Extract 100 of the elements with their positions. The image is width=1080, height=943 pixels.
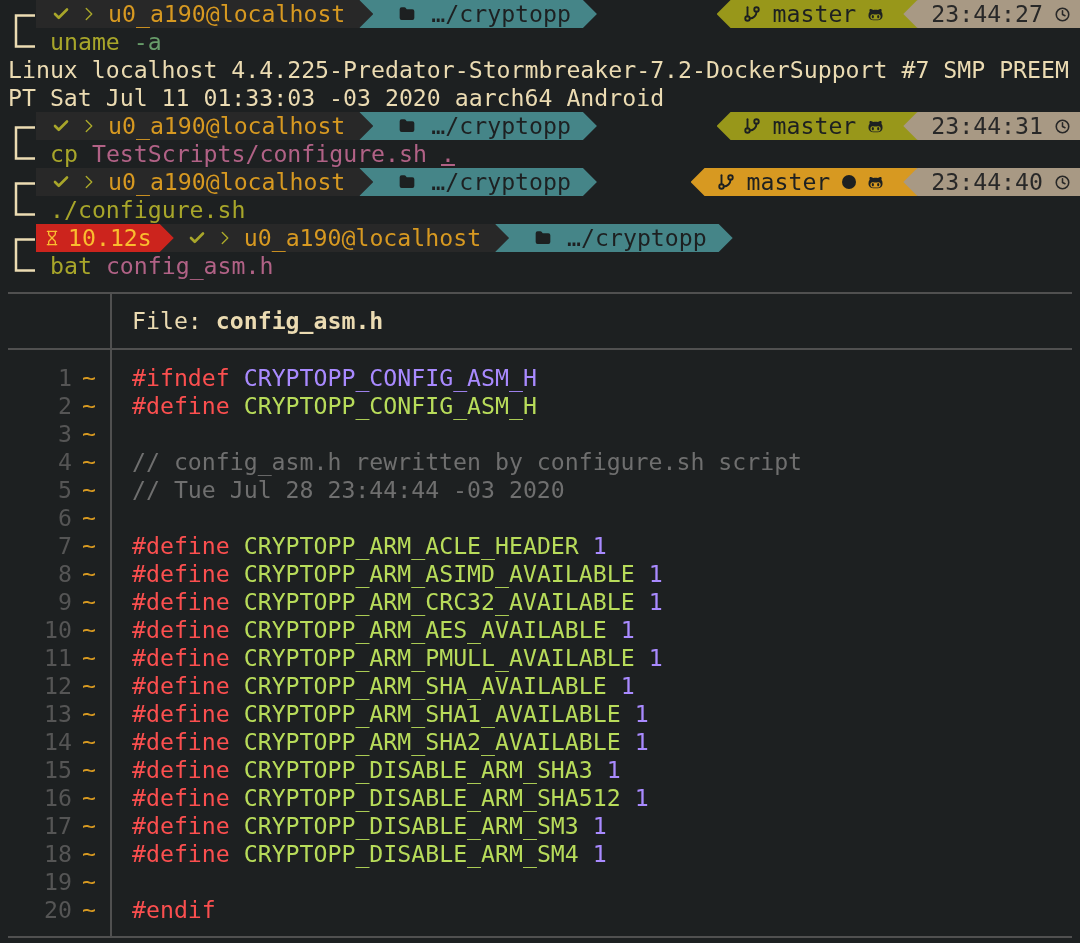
line-number: 4: [58, 448, 73, 476]
line-number: 17: [44, 812, 73, 840]
code-token: #define: [132, 588, 230, 616]
code-token: 1: [592, 840, 607, 868]
change-marker: ~: [82, 364, 96, 392]
code-token: #define: [132, 672, 230, 700]
code-token: #define: [132, 840, 230, 868]
line-number: 9: [58, 588, 73, 616]
code-token: 1: [634, 728, 649, 756]
code-token: #define: [132, 644, 230, 672]
change-marker: ~: [82, 504, 96, 532]
line-number: 2: [58, 392, 73, 420]
file-name: config_asm.h: [215, 307, 384, 335]
code-token: 1: [606, 756, 621, 784]
code-token: CRYPTOPP_CONFIG_ASM_H: [243, 392, 537, 420]
user-host: u0_a190@localhost: [243, 224, 482, 252]
command-token: ./configure.sh: [50, 196, 246, 224]
branch-icon: [716, 172, 735, 192]
output-line: PT Sat Jul 11 01:33:03 -03 2020 aarch64 Android: [8, 84, 666, 112]
change-marker: ~: [82, 896, 96, 924]
code-token: 1: [592, 812, 607, 840]
change-marker: ~: [82, 476, 96, 504]
code-token: // config_asm.h rewritten by configure.sh script: [132, 448, 803, 476]
line-number: 18: [44, 840, 73, 868]
code-token: 1: [592, 532, 607, 560]
line-number: 16: [44, 784, 73, 812]
file-label: File:: [132, 307, 202, 335]
hourglass-icon: [44, 229, 60, 247]
cat-icon: [868, 118, 884, 134]
code-token: CRYPTOPP_ARM_AES_AVAILABLE: [243, 616, 607, 644]
line-number: 19: [44, 868, 73, 896]
prompt-bracket-icon: [14, 14, 36, 48]
prompt-bracket-icon: [14, 126, 36, 160]
line-number: 5: [58, 476, 73, 504]
code-token: // Tue Jul 28 23:44:44 -03 2020: [132, 476, 565, 504]
prompt-bracket-icon: [14, 182, 36, 216]
prompt-bracket-icon: [14, 238, 36, 272]
change-marker: ~: [82, 700, 96, 728]
path-text: …/cryptopp: [567, 224, 707, 252]
branch-icon: [742, 4, 761, 24]
code-token: 1: [648, 644, 663, 672]
change-marker: ~: [82, 560, 96, 588]
change-marker: ~: [82, 728, 96, 756]
command-token: -a: [133, 28, 162, 56]
code-token: CRYPTOPP_ARM_ASIMD_AVAILABLE: [243, 560, 635, 588]
command-token: config_asm.h: [105, 252, 274, 280]
code-token: #define: [132, 756, 230, 784]
folder-icon: [399, 6, 416, 22]
time-text: 23:44:27: [931, 0, 1043, 28]
code-token: 1: [620, 616, 635, 644]
time-text: 23:44:40: [931, 168, 1043, 196]
clock-icon: [1055, 118, 1070, 134]
code-token: CRYPTOPP_ARM_PMULL_AVAILABLE: [243, 644, 635, 672]
clock-icon: [1055, 6, 1070, 22]
line-number: 8: [58, 560, 73, 588]
change-marker: ~: [82, 392, 96, 420]
cat-icon: [868, 174, 884, 190]
code-token: #define: [132, 812, 230, 840]
code-token: 1: [634, 700, 649, 728]
code-token: CRYPTOPP_DISABLE_ARM_SM3: [243, 812, 579, 840]
code-token: CRYPTOPP_ARM_ACLE_HEADER: [243, 532, 579, 560]
code-token: CRYPTOPP_DISABLE_ARM_SM4: [243, 840, 579, 868]
change-marker: ~: [82, 812, 96, 840]
code-token: CRYPTOPP_ARM_SHA2_AVAILABLE: [243, 728, 621, 756]
command-token: bat: [50, 252, 92, 280]
line-number: 7: [58, 532, 73, 560]
line-number: 20: [44, 896, 73, 924]
time-text: 23:44:31: [931, 112, 1043, 140]
line-number: 1: [58, 364, 73, 392]
change-marker: ~: [82, 784, 96, 812]
code-token: CRYPTOPP_ARM_SHA_AVAILABLE: [243, 672, 607, 700]
line-number: 3: [58, 420, 73, 448]
branch-icon: [742, 116, 761, 136]
line-number: 13: [44, 700, 73, 728]
user-host: u0_a190@localhost: [108, 0, 346, 28]
folder-icon: [535, 230, 552, 246]
change-marker: ~: [82, 868, 96, 896]
code-token: #define: [132, 700, 230, 728]
code-token: 1: [634, 784, 649, 812]
command-token: .: [440, 140, 455, 168]
change-marker: ~: [82, 756, 96, 784]
folder-icon: [399, 118, 416, 134]
path-text: …/cryptopp: [431, 0, 571, 28]
user-host: u0_a190@localhost: [108, 168, 346, 196]
change-marker: ~: [82, 420, 96, 448]
change-marker: ~: [82, 672, 96, 700]
code-token: 1: [620, 672, 635, 700]
line-number: 6: [58, 504, 73, 532]
change-marker: ~: [82, 532, 96, 560]
branch-name: master: [746, 168, 831, 196]
change-marker: ~: [82, 448, 96, 476]
path-text: …/cryptopp: [431, 112, 571, 140]
line-number: 10: [44, 616, 73, 644]
line-number: 12: [44, 672, 73, 700]
change-marker: ~: [82, 644, 96, 672]
branch-name: master: [772, 112, 857, 140]
code-token: CRYPTOPP_DISABLE_ARM_SHA512: [243, 784, 621, 812]
code-token: CRYPTOPP_ARM_CRC32_AVAILABLE: [243, 588, 635, 616]
code-token: CRYPTOPP_DISABLE_ARM_SHA3: [243, 756, 593, 784]
change-marker: ~: [82, 588, 96, 616]
